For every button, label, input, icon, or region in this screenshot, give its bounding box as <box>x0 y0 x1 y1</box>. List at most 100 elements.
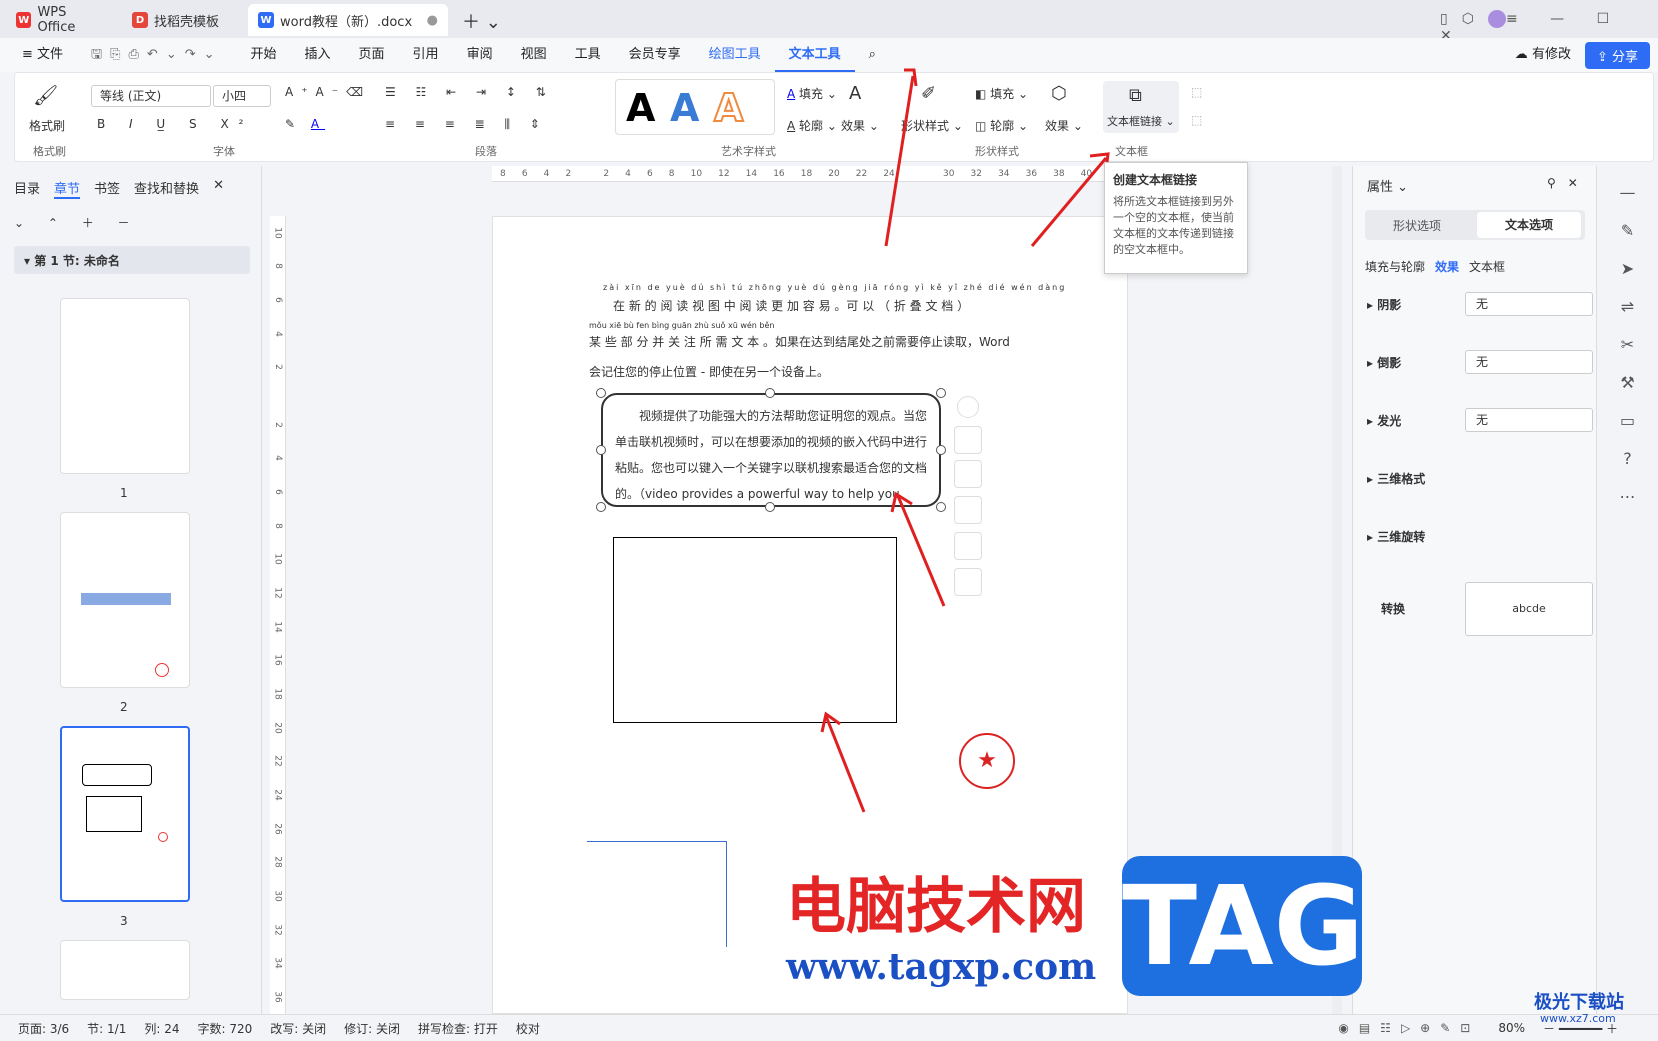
modified-indicator[interactable]: ☁ 有修改 <box>1501 38 1585 72</box>
menu-tools[interactable]: 工具 <box>561 38 615 72</box>
section-header[interactable]: ▾ 第 1 节: 未命名 <box>14 246 250 274</box>
menu-view[interactable]: 视图 <box>507 38 561 72</box>
textbox-prev-icon[interactable]: ⬚ <box>1191 113 1202 127</box>
view-icons[interactable]: ◉▤☷▷⊕✎⊡ <box>1338 1021 1480 1035</box>
fill-icon[interactable] <box>954 496 982 524</box>
glow-row[interactable]: ▸ 发光 <box>1367 412 1401 429</box>
list-buttons[interactable]: ☰ ☷ ⇤ ⇥ ↕ ⇅ <box>385 85 554 99</box>
horizontal-ruler[interactable]: 86422468101214161820222430323436384042 <box>492 166 1128 182</box>
resize-handle[interactable] <box>596 388 606 398</box>
outline-icon[interactable] <box>954 532 982 560</box>
shadow-row[interactable]: ▸ 阴影 <box>1367 296 1401 313</box>
3d-rotation-row[interactable]: ▸ 三维旋转 <box>1367 528 1425 545</box>
3d-format-row[interactable]: ▸ 三维格式 <box>1367 470 1425 487</box>
nav-tab-toc[interactable]: 目录 <box>14 178 40 199</box>
shadow-select[interactable]: 无 <box>1465 292 1593 316</box>
status-words[interactable]: 字数: 720 <box>197 1020 252 1037</box>
font-color-buttons[interactable]: ✎ A <box>285 117 325 131</box>
collapse-icon[interactable] <box>957 396 979 418</box>
avatar[interactable] <box>1487 10 1506 28</box>
art-text-gallery[interactable]: A A A <box>615 79 775 135</box>
status-spell[interactable]: 拼写检查: 打开 <box>418 1020 498 1037</box>
menu-reference[interactable]: 引用 <box>399 38 453 72</box>
text-effect-button[interactable]: 效果 ⌄ <box>841 117 879 134</box>
nav-tab-bookmarks[interactable]: 书签 <box>94 178 120 199</box>
unsaved-dot-icon[interactable]: ● <box>427 13 438 28</box>
resize-handle[interactable] <box>936 502 946 512</box>
sub-tab-effect[interactable]: 效果 <box>1435 258 1459 275</box>
page-thumbnail[interactable] <box>60 940 190 1000</box>
resize-handle[interactable] <box>765 388 775 398</box>
shape-effect-button[interactable]: 效果 ⌄ <box>1045 117 1083 134</box>
quick-access-icons[interactable]: 🖫⎘⎙↶⌄↷⌄ <box>77 38 236 72</box>
side-tool-icons[interactable]: — ✎ ➤ ⇌ ✂ ⚒ ▭? ⋯ <box>1597 166 1658 516</box>
resize-handle[interactable] <box>765 502 775 512</box>
reflection-row[interactable]: ▸ 倒影 <box>1367 354 1401 371</box>
tab-template[interactable]: D 找稻壳模板 <box>122 4 242 36</box>
shape-fill-button[interactable]: ◧ 填充 ⌄ <box>975 85 1028 102</box>
text-options-tab[interactable]: 文本选项 <box>1477 212 1581 238</box>
menu-start[interactable]: 开始 <box>237 38 291 72</box>
art-style-blue[interactable]: A <box>670 86 699 130</box>
reflection-select[interactable]: 无 <box>1465 350 1593 374</box>
status-page[interactable]: 页面: 3/6 <box>18 1020 69 1037</box>
textbox-link-button[interactable]: ⧉ 文本框链接 ⌄ <box>1103 81 1179 133</box>
connector-line[interactable] <box>587 841 727 947</box>
search-icon[interactable]: ⌕ <box>855 38 890 72</box>
share-button[interactable]: ⇪ 分享 <box>1584 41 1650 69</box>
font-select[interactable]: 等线 (正文) <box>91 85 211 107</box>
format-painter-icon[interactable]: 🖌 <box>33 83 58 107</box>
text-box[interactable]: 视频提供了功能强大的方法帮助您证明您的观点。当您单击联机视频时，可以在想要添加的… <box>601 393 941 507</box>
font-size-buttons[interactable]: A⁺A⁻⌫ <box>285 85 371 99</box>
align-buttons[interactable]: ≡ ≡ ≡ ≣ ⫼ ⇕ <box>385 117 548 132</box>
close-icon[interactable]: ✕ <box>213 178 224 199</box>
layout-icon[interactable] <box>954 426 982 454</box>
tab-document[interactable]: Wword教程（新）.docx ● <box>248 4 448 36</box>
menu-review[interactable]: 审阅 <box>453 38 507 72</box>
group-label-art: 艺术字样式 <box>721 145 776 158</box>
file-menu[interactable]: ≡ 文件 <box>8 38 77 72</box>
status-proof[interactable]: 校对 <box>516 1020 540 1037</box>
pen-icon[interactable] <box>954 460 982 488</box>
wps-logo-icon: W <box>16 12 32 28</box>
format-painter-button[interactable]: 格式刷 <box>29 117 65 134</box>
status-revision[interactable]: 修订: 关闭 <box>344 1020 400 1037</box>
resize-handle[interactable] <box>936 445 946 455</box>
size-select[interactable]: 小四 <box>213 85 271 107</box>
text-fill-button[interactable]: A 填充 ⌄ <box>787 85 837 102</box>
text-outline-button[interactable]: A 轮廓 ⌄ <box>787 117 837 134</box>
vertical-ruler[interactable]: 10 8 6 4 2 2 4 6 8 10 12 14 16 18 20 22 24 26 28 30 32 34 36 <box>270 216 286 1014</box>
zoom-level[interactable]: 80% <box>1498 1021 1525 1035</box>
transform-select[interactable]: abcde <box>1465 582 1593 636</box>
section-controls[interactable]: ⌄ ⌃ ＋ － <box>14 214 140 231</box>
nav-tab-find[interactable]: 查找和替换 <box>134 178 199 199</box>
tab-wps-office[interactable]: W WPS Office <box>6 4 116 36</box>
status-overwrite[interactable]: 改写: 关闭 <box>270 1020 326 1037</box>
font-style-buttons[interactable]: B I U̲ S X² <box>97 117 253 131</box>
shape-options-tab[interactable]: 形状选项 <box>1393 217 1441 234</box>
page-thumbnail[interactable] <box>60 512 190 688</box>
new-tab-icon[interactable]: ＋ ⌄ <box>462 8 501 34</box>
nav-tab-sections[interactable]: 章节 <box>54 178 81 199</box>
page-thumbnail[interactable] <box>60 298 190 474</box>
menu-vip[interactable]: 会员专享 <box>615 38 695 72</box>
shape-outline-button[interactable]: ◫ 轮廓 ⌄ <box>975 117 1028 134</box>
resize-handle[interactable] <box>596 502 606 512</box>
menu-insert[interactable]: 插入 <box>291 38 345 72</box>
shape-style-button[interactable]: 形状样式 ⌄ <box>901 117 963 134</box>
sub-tab-textbox[interactable]: 文本框 <box>1469 258 1505 275</box>
resize-handle[interactable] <box>596 445 606 455</box>
sub-tab-fill[interactable]: 填充与轮廓 <box>1365 258 1425 275</box>
menu-text-tools[interactable]: 文本工具 <box>774 38 855 72</box>
art-style-black[interactable]: A <box>626 86 655 130</box>
art-style-orange[interactable]: A <box>713 85 744 131</box>
magic-icon[interactable] <box>954 568 982 596</box>
resize-handle[interactable] <box>936 388 946 398</box>
pin-close-icons[interactable]: ⚲✕ <box>1547 176 1590 190</box>
menu-draw-tools[interactable]: 绘图工具 <box>695 38 775 72</box>
textbox-break-icon[interactable]: ⬚ <box>1191 85 1202 99</box>
empty-text-box[interactable] <box>613 537 897 723</box>
menu-page[interactable]: 页面 <box>345 38 399 72</box>
page-thumbnail-active[interactable] <box>60 726 190 902</box>
glow-select[interactable]: 无 <box>1465 408 1593 432</box>
